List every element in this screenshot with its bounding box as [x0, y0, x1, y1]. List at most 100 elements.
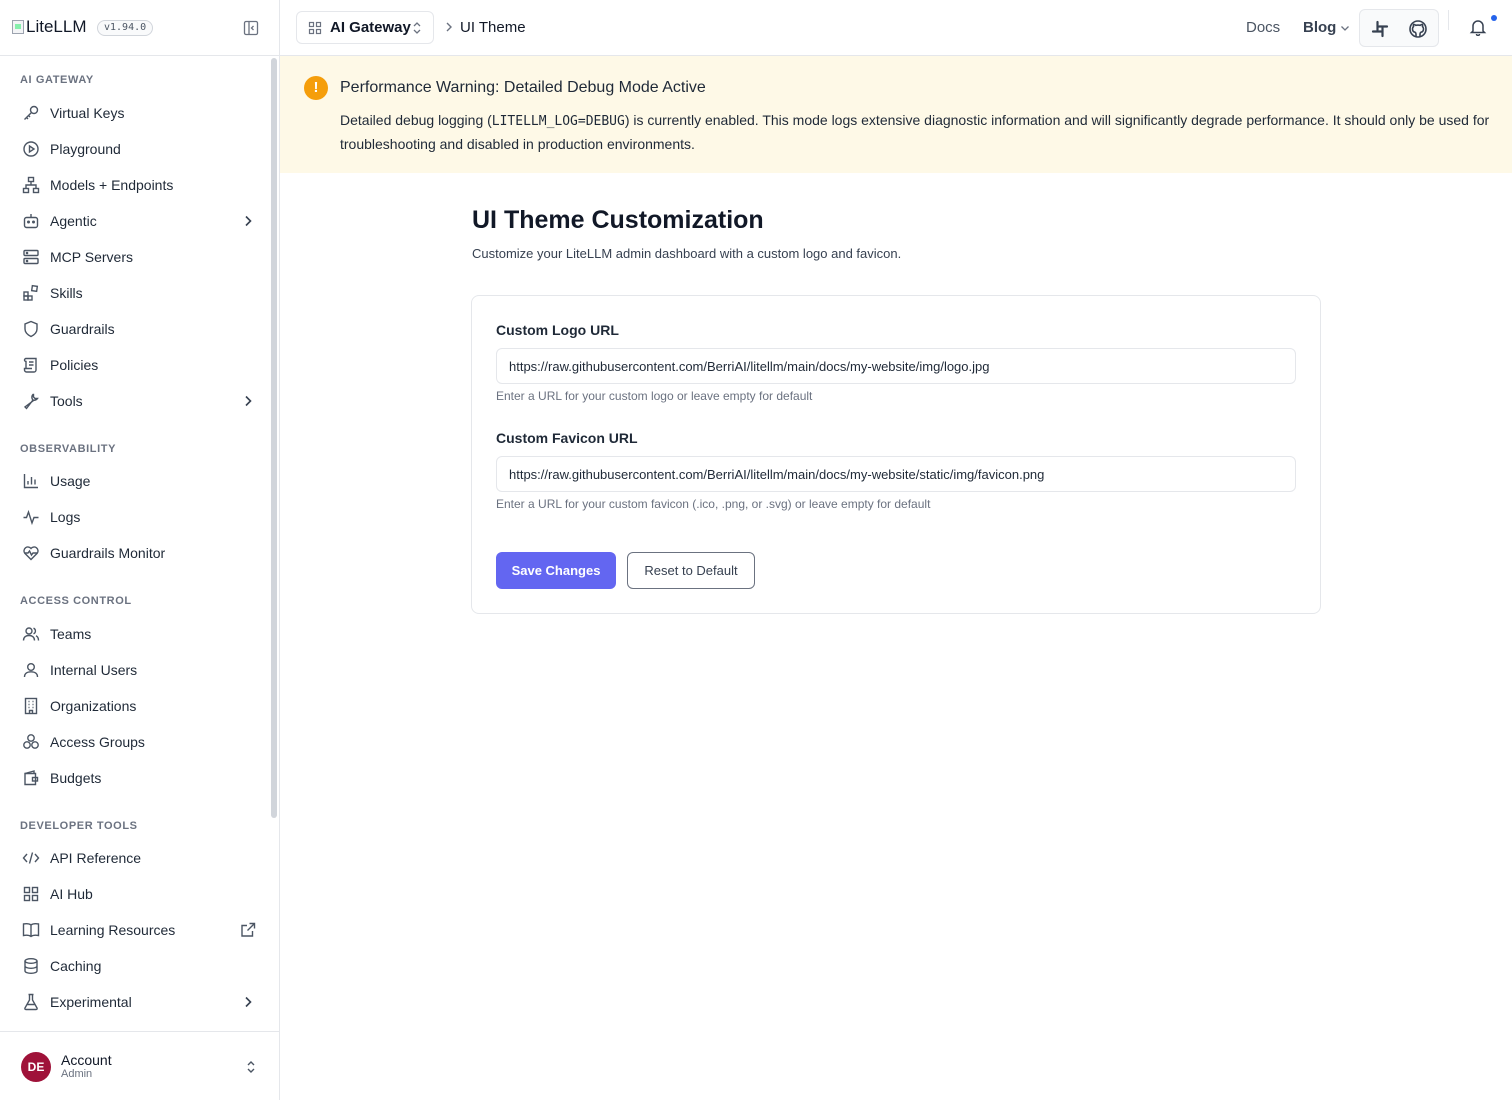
bar-chart-icon [21, 471, 41, 491]
grid-icon [308, 21, 322, 35]
sidebar-scrollbar[interactable] [271, 58, 277, 818]
avatar: DE [21, 1052, 51, 1082]
account-name: Account [61, 1052, 112, 1068]
favicon-url-input[interactable] [496, 456, 1296, 492]
section-developer-tools: DEVELOPER TOOLS [20, 820, 138, 832]
debug-warning-banner: ! Performance Warning: Detailed Debug Mo… [280, 56, 1512, 173]
docs-link[interactable]: Docs [1246, 19, 1280, 36]
sidebar-item-logs[interactable]: Logs [10, 501, 262, 533]
sidebar-item-policies[interactable]: Policies [10, 349, 262, 381]
external-link-icon [240, 922, 256, 938]
sidebar-item-virtual-keys[interactable]: Virtual Keys [10, 97, 262, 129]
sidebar-item-budgets[interactable]: Budgets [10, 762, 262, 794]
account-menu[interactable]: DE Account Admin [0, 1031, 279, 1100]
sidebar-item-label: Learning Resources [50, 922, 176, 938]
sidebar-item-label: Skills [50, 285, 83, 301]
sidebar-item-label: Guardrails Monitor [50, 545, 166, 561]
sidebar-item-access-groups[interactable]: Access Groups [10, 726, 262, 758]
blog-dropdown[interactable]: Blog [1303, 19, 1350, 36]
sidebar-item-label: Logs [50, 509, 81, 525]
sidebar-item-skills[interactable]: Skills [10, 277, 262, 309]
bell-icon[interactable] [1469, 18, 1487, 36]
logo-url-input[interactable] [496, 348, 1296, 384]
brand-logo[interactable]: LiteLLM [12, 17, 86, 37]
breadcrumb-current: UI Theme [460, 19, 526, 36]
sidebar-item-label: Budgets [50, 770, 102, 786]
sidebar-item-guardrails-monitor[interactable]: Guardrails Monitor [10, 537, 262, 569]
github-icon[interactable] [1408, 19, 1428, 39]
network-icon [21, 175, 41, 195]
favicon-url-label: Custom Favicon URL [496, 430, 638, 446]
page-subtitle: Customize your LiteLLM admin dashboard w… [472, 246, 902, 261]
account-role: Admin [61, 1068, 93, 1080]
gateway-selector[interactable]: AI Gateway [296, 11, 434, 44]
version-badge: v1.94.0 [97, 20, 154, 36]
broken-image-icon [12, 20, 24, 34]
sidebar-item-label: Agentic [50, 213, 97, 229]
collapse-sidebar-icon[interactable] [243, 20, 259, 36]
shield-icon [21, 319, 41, 339]
sidebar-item-label: Organizations [50, 698, 137, 714]
building-icon [21, 696, 41, 716]
users-icon [21, 624, 41, 644]
logo-url-label: Custom Logo URL [496, 322, 619, 338]
app-root: LiteLLM v1.94.0 AI GATEWAY Virtual Keys … [0, 0, 1512, 1100]
save-changes-button[interactable]: Save Changes [496, 552, 616, 589]
sidebar-item-guardrails[interactable]: Guardrails [10, 313, 262, 345]
sidebar-item-mcp-servers[interactable]: MCP Servers [10, 241, 262, 273]
warning-body: Detailed debug logging (LITELLM_LOG=DEBU… [340, 109, 1490, 155]
warning-icon: ! [304, 76, 328, 100]
sidebar-item-label: Experimental [50, 994, 132, 1010]
sidebar: LiteLLM v1.94.0 AI GATEWAY Virtual Keys … [0, 0, 280, 1100]
sidebar-item-label: Models + Endpoints [50, 177, 174, 193]
sidebar-item-label: Tools [50, 393, 83, 409]
database-icon [21, 956, 41, 976]
slack-icon[interactable] [1370, 19, 1390, 39]
code-icon [21, 848, 41, 868]
sidebar-item-tools[interactable]: Tools [10, 385, 262, 417]
warning-body-text: Detailed debug logging ( [340, 112, 492, 128]
sidebar-item-models-endpoints[interactable]: Models + Endpoints [10, 169, 262, 201]
user-icon [21, 660, 41, 680]
sidebar-item-teams[interactable]: Teams [10, 618, 262, 650]
book-open-icon [21, 920, 41, 940]
logo-url-help: Enter a URL for your custom logo or leav… [496, 389, 813, 403]
sidebar-item-label: Internal Users [50, 662, 138, 678]
page-title: UI Theme Customization [472, 206, 764, 234]
sidebar-item-label: Guardrails [50, 321, 115, 337]
wrench-icon [21, 391, 41, 411]
sidebar-item-organizations[interactable]: Organizations [10, 690, 262, 722]
sidebar-item-agentic[interactable]: Agentic [10, 205, 262, 237]
brand-logo-alt: LiteLLM [26, 17, 87, 36]
scroll-icon [21, 355, 41, 375]
sidebar-item-caching[interactable]: Caching [10, 950, 262, 982]
grid-icon [21, 884, 41, 904]
sidebar-item-label: Usage [50, 473, 91, 489]
sidebar-item-label: Policies [50, 357, 99, 373]
sidebar-nav: AI GATEWAY Virtual Keys Playground Model… [0, 57, 270, 1031]
sidebar-item-learning-resources[interactable]: Learning Resources [10, 914, 262, 946]
warning-title: Performance Warning: Detailed Debug Mode… [340, 79, 706, 96]
theme-settings-card: Custom Logo URL Enter a URL for your cus… [471, 295, 1321, 614]
chevrons-up-down-icon [243, 1059, 259, 1075]
reset-default-button[interactable]: Reset to Default [627, 552, 755, 589]
topbar: AI Gateway UI Theme Docs Blog [280, 0, 1512, 56]
sidebar-item-label: API Reference [50, 850, 142, 866]
notification-dot [1491, 15, 1497, 21]
section-ai-gateway: AI GATEWAY [20, 74, 94, 86]
boxes-icon [21, 732, 41, 752]
breadcrumb-chevron-icon [442, 20, 456, 34]
activity-icon [21, 507, 41, 527]
sidebar-item-playground[interactable]: Playground [10, 133, 262, 165]
sidebar-item-ai-hub[interactable]: AI Hub [10, 878, 262, 910]
sidebar-item-api-reference[interactable]: API Reference [10, 842, 262, 874]
community-links [1359, 9, 1439, 47]
sidebar-item-usage[interactable]: Usage [10, 465, 262, 497]
gateway-label: AI Gateway [330, 19, 411, 36]
sidebar-item-label: MCP Servers [50, 249, 133, 265]
sidebar-item-internal-users[interactable]: Internal Users [10, 654, 262, 686]
wallet-icon [21, 768, 41, 788]
sidebar-item-label: Access Groups [50, 734, 145, 750]
sidebar-item-experimental[interactable]: Experimental [10, 986, 262, 1018]
chevrons-up-down-icon [411, 21, 423, 35]
